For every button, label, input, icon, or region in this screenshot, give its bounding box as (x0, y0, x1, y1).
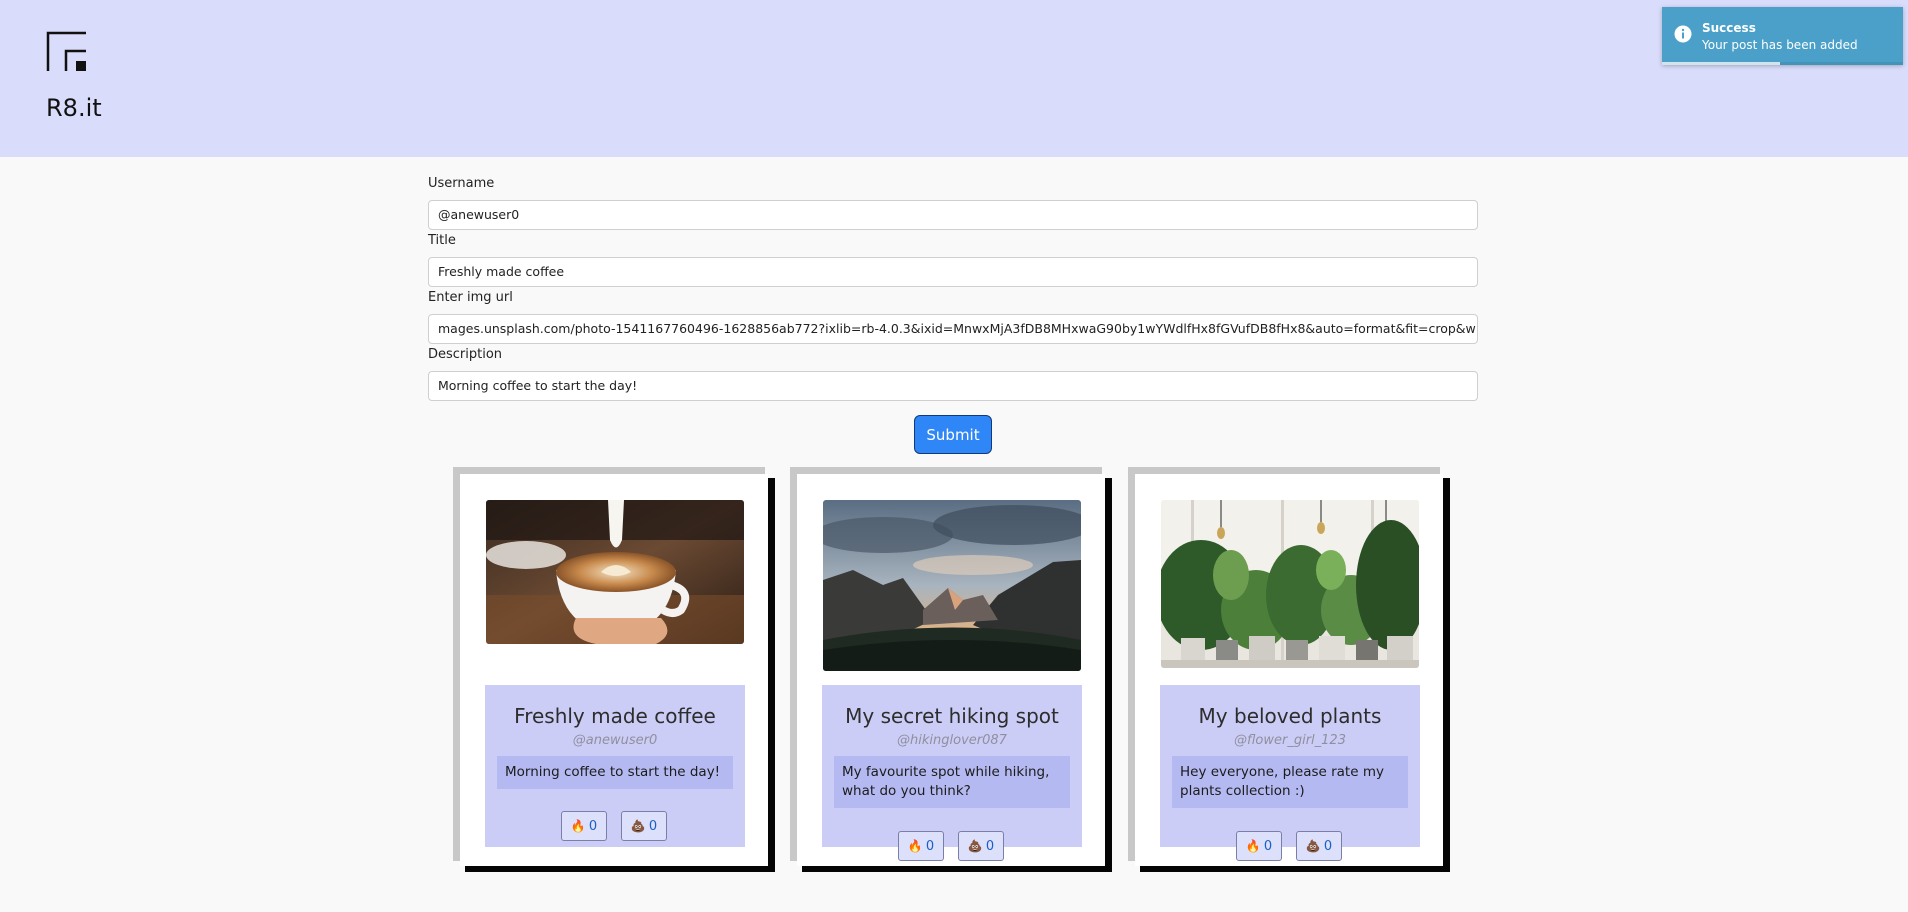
coffee-latte-art-image (486, 500, 744, 644)
description-label: Description (428, 347, 503, 362)
post-card: My secret hiking spot @hikinglover087 My… (790, 467, 1112, 872)
post-card-inner: My secret hiking spot @hikinglover087 My… (797, 474, 1105, 866)
post-title: My secret hiking spot (845, 704, 1059, 728)
mountain-valley-image (823, 500, 1081, 671)
poop-icon: 💩 (630, 819, 646, 833)
username-input[interactable]: @anewuser0 (428, 200, 1478, 230)
post-description: My favourite spot while hiking, what do … (834, 756, 1070, 808)
fire-reaction-button[interactable]: 🔥 0 (898, 831, 944, 861)
fire-count: 0 (925, 838, 935, 854)
corner-brackets-logo-icon[interactable] (46, 31, 88, 73)
poop-icon: 💩 (967, 839, 983, 853)
houseplants-image (1161, 500, 1419, 668)
toast-title: Success (1702, 21, 1756, 35)
post-username: @anewuser0 (572, 733, 658, 748)
toast-progress-bar (1662, 62, 1781, 65)
username-label: Username (428, 176, 495, 191)
toast-progress-track (1662, 62, 1903, 65)
post-body: My beloved plants @flower_girl_123 Hey e… (1160, 685, 1420, 861)
brand-name[interactable]: R8.it (46, 94, 102, 122)
post-card: My beloved plants @flower_girl_123 Hey e… (1128, 467, 1450, 872)
fire-icon: 🔥 (1245, 839, 1261, 853)
post-username: @hikinglover087 (897, 733, 1007, 748)
fire-reaction-button[interactable]: 🔥 0 (561, 811, 607, 841)
poop-count: 0 (985, 838, 995, 854)
poop-count: 0 (648, 818, 658, 834)
img-url-label: Enter img url (428, 290, 513, 305)
post-title: Freshly made coffee (514, 704, 716, 728)
img-url-input[interactable]: mages.unsplash.com/photo-1541167760496-1… (428, 314, 1478, 344)
fire-reaction-button[interactable]: 🔥 0 (1236, 831, 1282, 861)
success-toast[interactable]: Success Your post has been added (1662, 7, 1903, 65)
fire-count: 0 (1263, 838, 1273, 854)
poop-count: 0 (1323, 838, 1333, 854)
post-card-inner: My beloved plants @flower_girl_123 Hey e… (1135, 474, 1443, 866)
description-input[interactable]: Morning coffee to start the day! (428, 371, 1478, 401)
post-username: @flower_girl_123 (1234, 733, 1346, 748)
submit-button[interactable]: Submit (914, 415, 992, 454)
info-icon (1674, 25, 1692, 43)
title-input[interactable]: Freshly made coffee (428, 257, 1478, 287)
fire-count: 0 (588, 818, 598, 834)
post-body: My secret hiking spot @hikinglover087 My… (822, 685, 1082, 861)
fire-icon: 🔥 (570, 819, 586, 833)
post-description: Hey everyone, please rate my plants coll… (1172, 756, 1408, 808)
title-label: Title (428, 233, 456, 248)
poop-reaction-button[interactable]: 💩 0 (621, 811, 667, 841)
poop-reaction-button[interactable]: 💩 0 (958, 831, 1004, 861)
poop-icon: 💩 (1305, 839, 1321, 853)
post-body: Freshly made coffee @anewuser0 Morning c… (485, 685, 745, 847)
post-title: My beloved plants (1198, 704, 1382, 728)
post-card: Freshly made coffee @anewuser0 Morning c… (453, 467, 775, 872)
post-card-inner: Freshly made coffee @anewuser0 Morning c… (460, 474, 768, 866)
header: R8.it (0, 0, 1908, 157)
fire-icon: 🔥 (907, 839, 923, 853)
post-description: Morning coffee to start the day! (497, 756, 733, 789)
poop-reaction-button[interactable]: 💩 0 (1296, 831, 1342, 861)
toast-message: Your post has been added (1702, 38, 1858, 52)
